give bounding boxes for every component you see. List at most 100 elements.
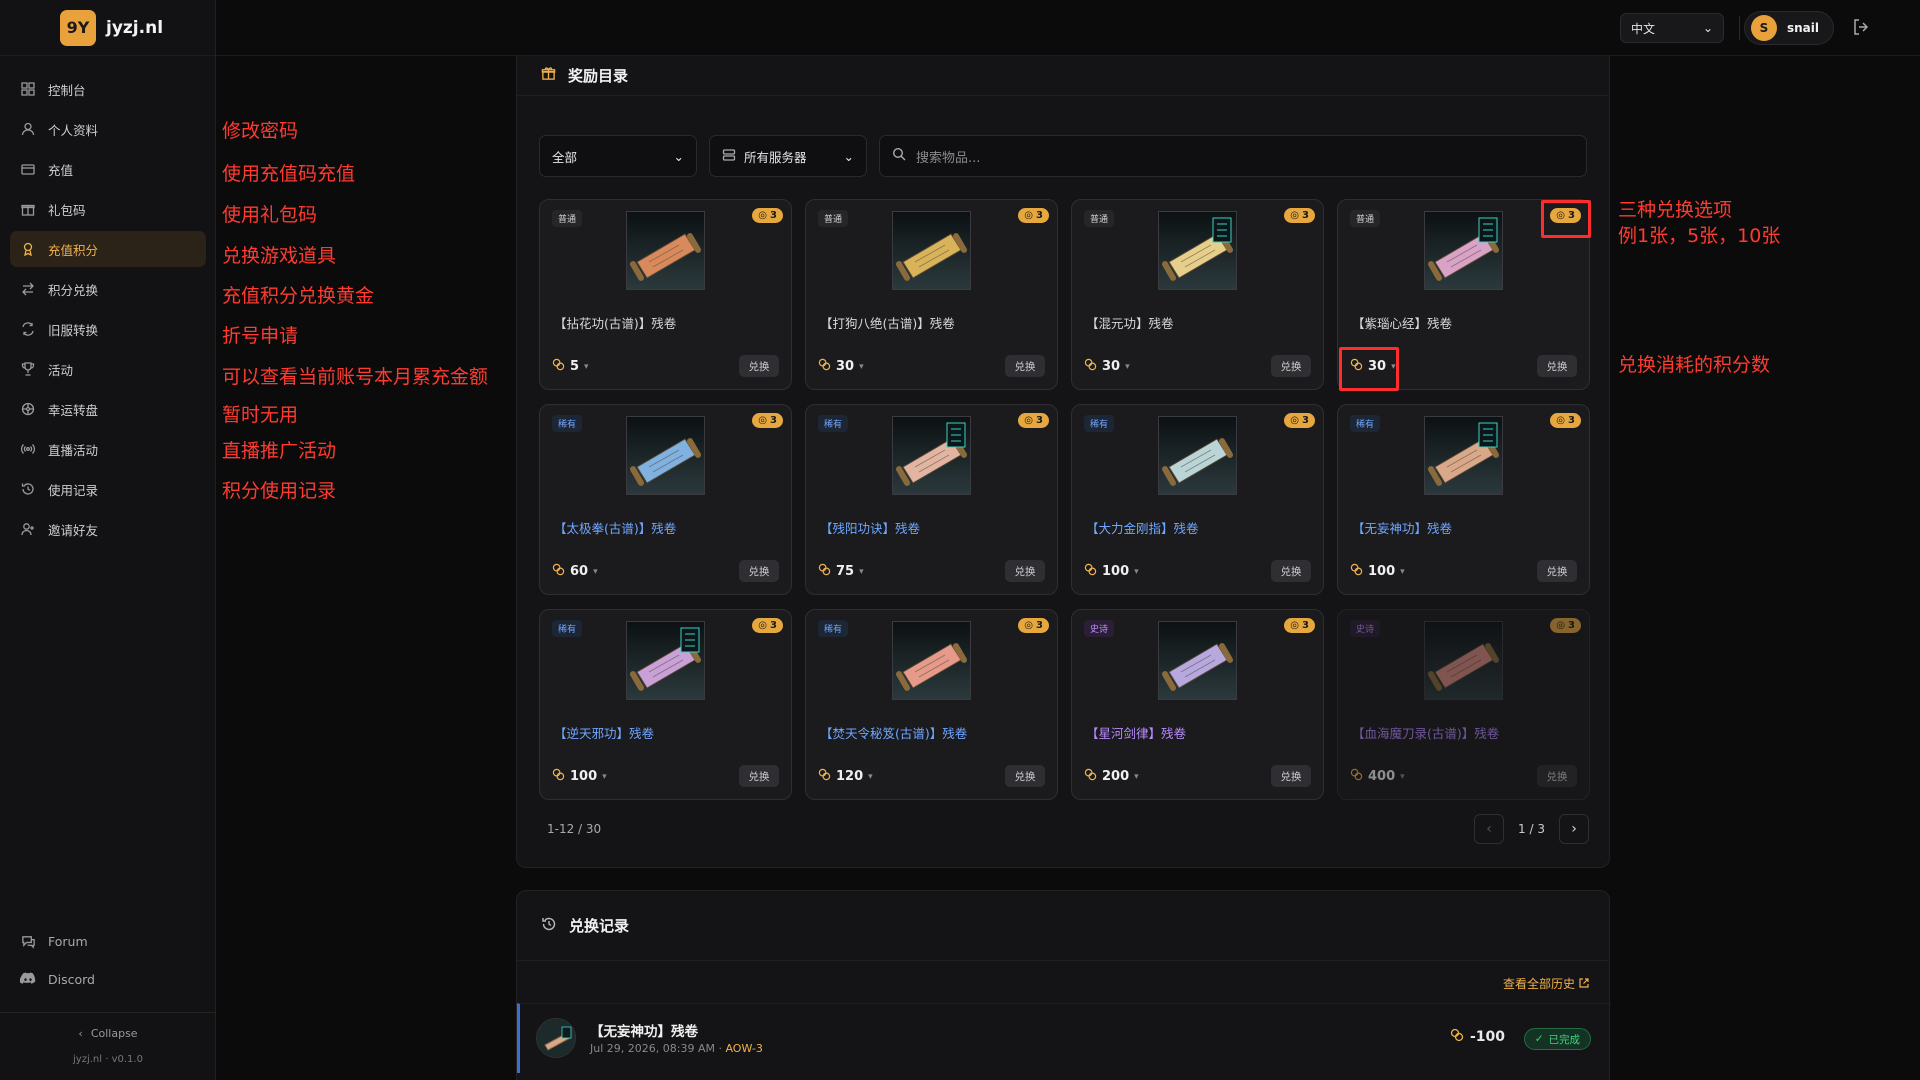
sidebar-item-11[interactable]: 邀请好友 <box>10 511 206 547</box>
brand[interactable]: 9Y jyzj.nl <box>0 0 215 56</box>
prev-page-button[interactable]: ‹ <box>1474 814 1505 844</box>
reward-card[interactable]: 普通 ◎ 3 【拈花功(古谱)】残卷 5 ▾ 兑换 <box>539 199 792 390</box>
reward-card[interactable]: 稀有 ◎ 3 【无妄神功】残卷 100 ▾ 兑换 <box>1337 404 1590 595</box>
logout-icon[interactable] <box>1852 18 1872 38</box>
coin-icon: ◎ <box>1290 210 1300 221</box>
stock-badge[interactable]: ◎ 3 <box>752 413 783 428</box>
dropdown-caret-icon: ▾ <box>1134 771 1139 782</box>
stock-value: 3 <box>1568 415 1575 426</box>
redeem-button[interactable]: 兑换 <box>1005 355 1045 377</box>
page-indicator: 1 / 3 <box>1518 822 1545 836</box>
cost-value: 120 <box>836 769 864 784</box>
status-badge: ✓ 已完成 <box>1523 1028 1591 1050</box>
reward-card[interactable]: 稀有 ◎ 3 【太极拳(古谱)】残卷 60 ▾ 兑换 <box>539 404 792 595</box>
redeem-button[interactable]: 兑换 <box>1537 355 1577 377</box>
dashboard-icon <box>20 81 36 97</box>
reward-card[interactable]: 史诗 ◎ 3 【血海魔刀录(古谱)】残卷 400 ▾ 兑换 <box>1337 609 1590 800</box>
item-image <box>1158 211 1237 290</box>
redeem-button[interactable]: 兑换 <box>1271 765 1311 787</box>
forum-icon <box>20 933 36 949</box>
discord-label: Discord <box>48 971 95 987</box>
stock-value: 3 <box>1302 415 1309 426</box>
collapse-button[interactable]: ‹ Collapse <box>0 1012 216 1054</box>
reward-card[interactable]: 普通 ◎ 3 【打狗八绝(古谱)】残卷 30 ▾ 兑换 <box>805 199 1058 390</box>
stock-badge[interactable]: ◎ 3 <box>752 208 783 223</box>
coin-icon <box>818 358 831 375</box>
sidebar-item-8[interactable]: 幸运转盘 <box>10 391 206 427</box>
item-name: 【血海魔刀录(古谱)】残卷 <box>1352 726 1500 741</box>
redeem-button[interactable]: 兑换 <box>739 355 779 377</box>
category-select[interactable]: 全部 ⌄ <box>539 135 697 177</box>
view-all-label: 查看全部历史 <box>1502 977 1575 991</box>
history-item-meta: Jul 29, 2026, 08:39 AM · AOW-3 <box>590 1042 763 1055</box>
sidebar-item-3[interactable]: 礼包码 <box>10 191 206 227</box>
reward-card[interactable]: 史诗 ◎ 3 【星河剑律】残卷 200 ▾ 兑换 <box>1071 609 1324 800</box>
sidebar-item-6[interactable]: 旧服转换 <box>10 311 206 347</box>
stock-badge[interactable]: ◎ 3 <box>1550 413 1581 428</box>
chevron-down-icon: ⌄ <box>673 148 684 164</box>
header-divider <box>1739 16 1740 40</box>
sidebar-nav: 控制台个人资料充值礼包码充值积分积分兑换旧服转换活动幸运转盘直播活动使用记录邀请… <box>0 71 216 551</box>
redeem-button[interactable]: 兑换 <box>1271 355 1311 377</box>
stock-value: 3 <box>1302 210 1309 221</box>
stock-value: 3 <box>1568 620 1575 631</box>
stock-badge[interactable]: ◎ 3 <box>1284 208 1315 223</box>
item-image <box>626 211 705 290</box>
stock-badge[interactable]: ◎ 3 <box>1018 618 1049 633</box>
server-select[interactable]: 所有服务器 ⌄ <box>709 135 867 177</box>
stock-badge[interactable]: ◎ 3 <box>1018 208 1049 223</box>
stock-badge[interactable]: ◎ 3 <box>1550 618 1581 633</box>
reward-card[interactable]: 稀有 ◎ 3 【大力金刚指】残卷 100 ▾ 兑换 <box>1071 404 1324 595</box>
item-name: 【大力金刚指】残卷 <box>1086 521 1199 536</box>
redeem-button[interactable]: 兑换 <box>739 765 779 787</box>
rarity-badge: 普通 <box>1350 210 1381 227</box>
trophy-icon <box>20 361 36 377</box>
cost-value: 75 <box>836 564 855 579</box>
chevron-down-icon: ⌄ <box>843 148 854 164</box>
discord-icon <box>20 971 36 987</box>
dropdown-caret-icon: ▾ <box>1400 771 1405 782</box>
view-all-history-link[interactable]: 查看全部历史 <box>1503 975 1589 992</box>
redeem-button[interactable]: 兑换 <box>1537 560 1577 582</box>
redeem-button[interactable]: 兑换 <box>1005 765 1045 787</box>
reward-card[interactable]: 稀有 ◎ 3 【逆天邪功】残卷 100 ▾ 兑换 <box>539 609 792 800</box>
dropdown-caret-icon: ▾ <box>602 771 607 782</box>
rarity-badge: 稀有 <box>552 620 583 637</box>
redeem-button[interactable]: 兑换 <box>1005 560 1045 582</box>
sidebar-item-label: 个人资料 <box>48 122 99 138</box>
language-value: 中文 <box>1631 21 1656 36</box>
item-image <box>892 211 971 290</box>
redeem-button[interactable]: 兑换 <box>739 560 779 582</box>
redeem-button[interactable]: 兑换 <box>1537 765 1577 787</box>
language-select[interactable]: 中文 ⌄ <box>1620 13 1724 43</box>
annotation-line-1: 三种兑换选项 <box>1618 199 1733 221</box>
discord-link[interactable]: Discord <box>0 960 216 998</box>
stock-badge[interactable]: ◎ 3 <box>1018 413 1049 428</box>
exchange-history-panel: 兑换记录 查看全部历史 【无妄神功】残卷 Jul 29, 2026, 08:39… <box>516 890 1611 1080</box>
coin-icon <box>552 563 565 580</box>
stock-badge[interactable]: ◎ 3 <box>752 618 783 633</box>
sidebar-item-2[interactable]: 充值 <box>10 151 206 187</box>
stock-badge[interactable]: ◎ 3 <box>1284 618 1315 633</box>
reward-card[interactable]: 稀有 ◎ 3 【残阳功诀】残卷 75 ▾ 兑换 <box>805 404 1058 595</box>
search-input[interactable]: 搜索物品... <box>879 135 1587 177</box>
user-menu[interactable]: S snail <box>1744 11 1834 45</box>
reward-card[interactable]: 稀有 ◎ 3 【焚天令秘笈(古谱)】残卷 120 ▾ 兑换 <box>805 609 1058 800</box>
forum-link[interactable]: Forum <box>0 922 216 960</box>
dropdown-caret-icon: ▾ <box>584 361 589 372</box>
sidebar-item-9[interactable]: 直播活动 <box>10 431 206 467</box>
item-cost: 100 ▾ <box>1084 563 1139 580</box>
sidebar-item-5[interactable]: 积分兑换 <box>10 271 206 307</box>
server-select-content: 所有服务器 <box>722 147 807 166</box>
sidebar-item-4[interactable]: 充值积分 <box>10 231 206 267</box>
sidebar-item-0[interactable]: 控制台 <box>10 71 206 107</box>
stock-badge[interactable]: ◎ 3 <box>1284 413 1315 428</box>
redeem-button[interactable]: 兑换 <box>1271 560 1311 582</box>
reward-card[interactable]: 普通 ◎ 3 【混元功】残卷 30 ▾ 兑换 <box>1071 199 1324 390</box>
history-row[interactable]: 【无妄神功】残卷 Jul 29, 2026, 08:39 AM · AOW-3 … <box>517 1003 1611 1073</box>
sidebar-item-7[interactable]: 活动 <box>10 351 206 387</box>
rarity-badge: 普通 <box>1084 210 1115 227</box>
sidebar-item-10[interactable]: 使用记录 <box>10 471 206 507</box>
next-page-button[interactable]: › <box>1559 814 1589 844</box>
sidebar-item-1[interactable]: 个人资料 <box>10 111 206 147</box>
